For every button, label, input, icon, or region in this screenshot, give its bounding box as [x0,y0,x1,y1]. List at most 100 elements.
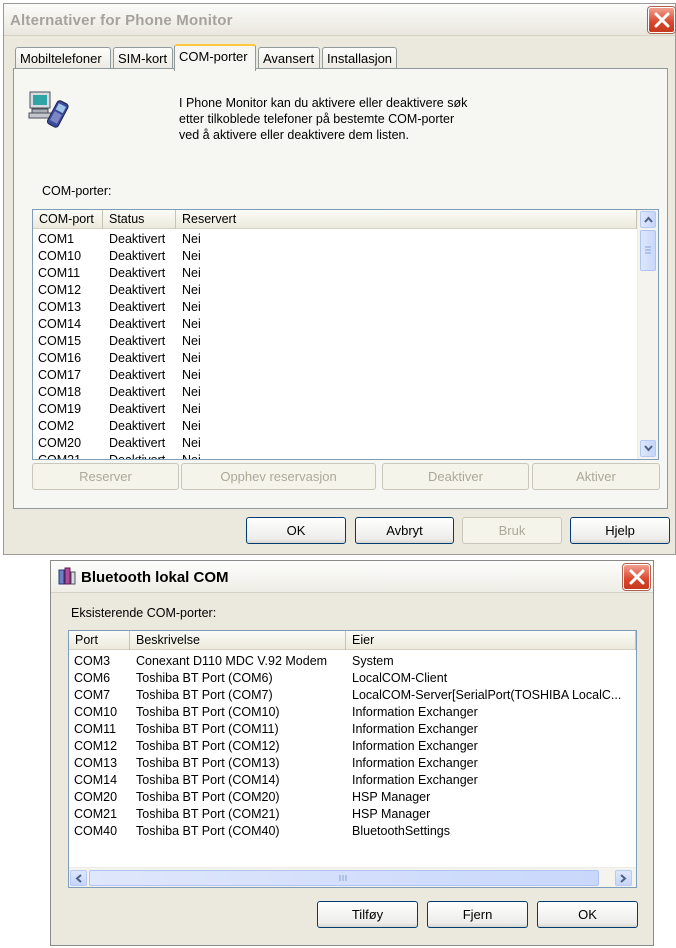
column-reservert[interactable]: Reservert [176,210,637,229]
table-cell: COM11 [74,722,117,736]
table-cell: Deaktivert [109,436,166,450]
close-button[interactable] [623,564,650,590]
tab-avansert[interactable]: Avansert [258,47,320,69]
table-row[interactable]: COM15 Deaktivert Nei [33,333,658,350]
help-button[interactable]: Hjelp [570,517,670,544]
table-cell: LocalCOM-Server[SerialPort(TOSHIBA Local… [352,688,622,702]
table-cell: Deaktivert [109,249,166,263]
window-title: Bluetooth lokal COM [81,569,229,586]
table-row[interactable]: COM7 Toshiba BT Port (COM7) LocalCOM-Serve… [69,687,636,704]
table-cell: Nei [182,419,201,433]
table-row[interactable]: COM21 Toshiba BT Port (COM21) HSP Manager [69,806,636,823]
table-cell: HSP Manager [352,790,431,804]
tab-sim-kort[interactable]: SIM-kort [113,47,173,69]
column-eier[interactable]: Eier [346,631,636,650]
phone-monitor-options-window: Alternativer for Phone Monitor Mobiltele… [3,3,676,555]
table-cell: Information Exchanger [352,722,478,736]
tab-installasjon[interactable]: Installasjon [322,47,397,69]
deactivate-button[interactable]: Deaktiver [382,463,529,490]
close-button[interactable] [648,7,675,33]
unreserve-button[interactable]: Opphev reservasjon [181,463,376,490]
table-cell: COM7 [74,688,111,702]
table-cell: Nei [182,334,201,348]
scroll-thumb[interactable] [89,870,599,886]
ok-button[interactable]: OK [246,517,346,544]
table-cell: Nei [182,317,201,331]
scroll-up-button[interactable] [640,211,656,228]
column-beskrivelse[interactable]: Beskrivelse [130,631,346,650]
table-cell: HSP Manager [352,807,431,821]
remove-button[interactable]: Fjern [427,901,528,928]
table-row[interactable]: COM13 Toshiba BT Port (COM13) Information … [69,755,636,772]
existing-com-ports-list[interactable]: Port Beskrivelse Eier COM3 Conexant D110 … [68,630,637,888]
table-row[interactable]: COM17 Deaktivert Nei [33,367,658,384]
activate-button[interactable]: Aktiver [532,463,660,490]
add-button[interactable]: Tilføy [317,901,418,928]
table-cell: Toshiba BT Port (COM7) [136,688,273,702]
cancel-button[interactable]: Avbryt [355,517,454,544]
table-row[interactable]: COM21 Deaktivert Nei [33,452,658,460]
title-bar[interactable]: Bluetooth lokal COM [51,561,653,593]
tab-mobiltelefoner[interactable]: Mobiltelefoner [15,47,111,69]
table-cell: Nei [182,368,201,382]
table-row[interactable]: COM10 Deaktivert Nei [33,248,658,265]
table-row[interactable]: COM11 Deaktivert Nei [33,265,658,282]
scroll-right-button[interactable] [615,870,632,886]
vertical-scrollbar[interactable] [637,210,658,459]
table-row[interactable]: COM19 Deaktivert Nei [33,401,658,418]
description-line-2: etter tilkoblede telefoner på bestemte C… [179,112,455,126]
table-row[interactable]: COM10 Toshiba BT Port (COM10) Information … [69,704,636,721]
horizontal-scrollbar[interactable] [69,867,636,887]
table-row[interactable]: COM13 Deaktivert Nei [33,299,658,316]
table-cell: System [352,654,394,668]
com-ports-list[interactable]: COM-port Status Reservert COM1 Deaktivert… [32,209,659,460]
table-row[interactable]: COM16 Deaktivert Nei [33,350,658,367]
table-row[interactable]: COM40 Toshiba BT Port (COM40) BluetoothSet… [69,823,636,840]
table-cell: Deaktivert [109,317,166,331]
tab-com-porter[interactable]: COM-porter [174,44,256,71]
apply-button[interactable]: Bruk [462,517,562,544]
title-bar[interactable]: Alternativer for Phone Monitor [4,4,675,36]
scroll-thumb[interactable] [640,230,656,271]
table-row[interactable]: COM20 Deaktivert Nei [33,435,658,452]
table-cell: COM6 [74,671,111,685]
list-header: COM-port Status Reservert [33,210,637,229]
table-cell: Deaktivert [109,351,166,365]
table-cell: Toshiba BT Port (COM11) [136,722,279,736]
table-row[interactable]: COM3 Conexant D110 MDC V.92 Modem System [69,653,636,670]
table-row[interactable]: COM2 Deaktivert Nei [33,418,658,435]
table-row[interactable]: COM12 Deaktivert Nei [33,282,658,299]
scroll-down-button[interactable] [640,440,656,457]
table-row[interactable]: COM11 Toshiba BT Port (COM11) Information … [69,721,636,738]
table-cell: COM19 [38,402,82,416]
table-cell: Nei [182,385,201,399]
ok-button[interactable]: OK [537,901,638,928]
table-cell: COM21 [74,807,118,821]
description-line-3: ved å aktivere eller deaktivere dem list… [179,128,409,142]
column-status[interactable]: Status [103,210,176,229]
reserve-button[interactable]: Reserver [32,463,179,490]
table-row[interactable]: COM1 Deaktivert Nei [33,231,658,248]
table-cell: Deaktivert [109,453,166,460]
list-header: Port Beskrivelse Eier [69,631,636,650]
table-cell: Toshiba BT Port (COM12) [136,739,280,753]
table-row[interactable]: COM12 Toshiba BT Port (COM12) Information … [69,738,636,755]
table-cell: LocalCOM-Client [352,671,448,685]
scroll-left-button[interactable] [70,870,87,886]
column-com-port[interactable]: COM-port [33,210,103,229]
table-cell: Nei [182,402,201,416]
table-cell: Deaktivert [109,368,166,382]
table-cell: Information Exchanger [352,773,478,787]
table-cell: COM17 [38,368,82,382]
table-row[interactable]: COM14 Toshiba BT Port (COM14) Information … [69,772,636,789]
table-cell: Deaktivert [109,232,166,246]
table-cell: COM11 [38,266,81,280]
table-row[interactable]: COM6 Toshiba BT Port (COM6) LocalCOM-Clien… [69,670,636,687]
table-row[interactable]: COM20 Toshiba BT Port (COM20) HSP Manager [69,789,636,806]
column-port[interactable]: Port [69,631,130,650]
com-ports-label: COM-porter: [42,184,112,198]
description-text: I Phone Monitor kan du aktivere eller de… [179,95,539,143]
table-row[interactable]: COM18 Deaktivert Nei [33,384,658,401]
table-row[interactable]: COM14 Deaktivert Nei [33,316,658,333]
existing-com-ports-label: Eksisterende COM-porter: [71,606,217,620]
